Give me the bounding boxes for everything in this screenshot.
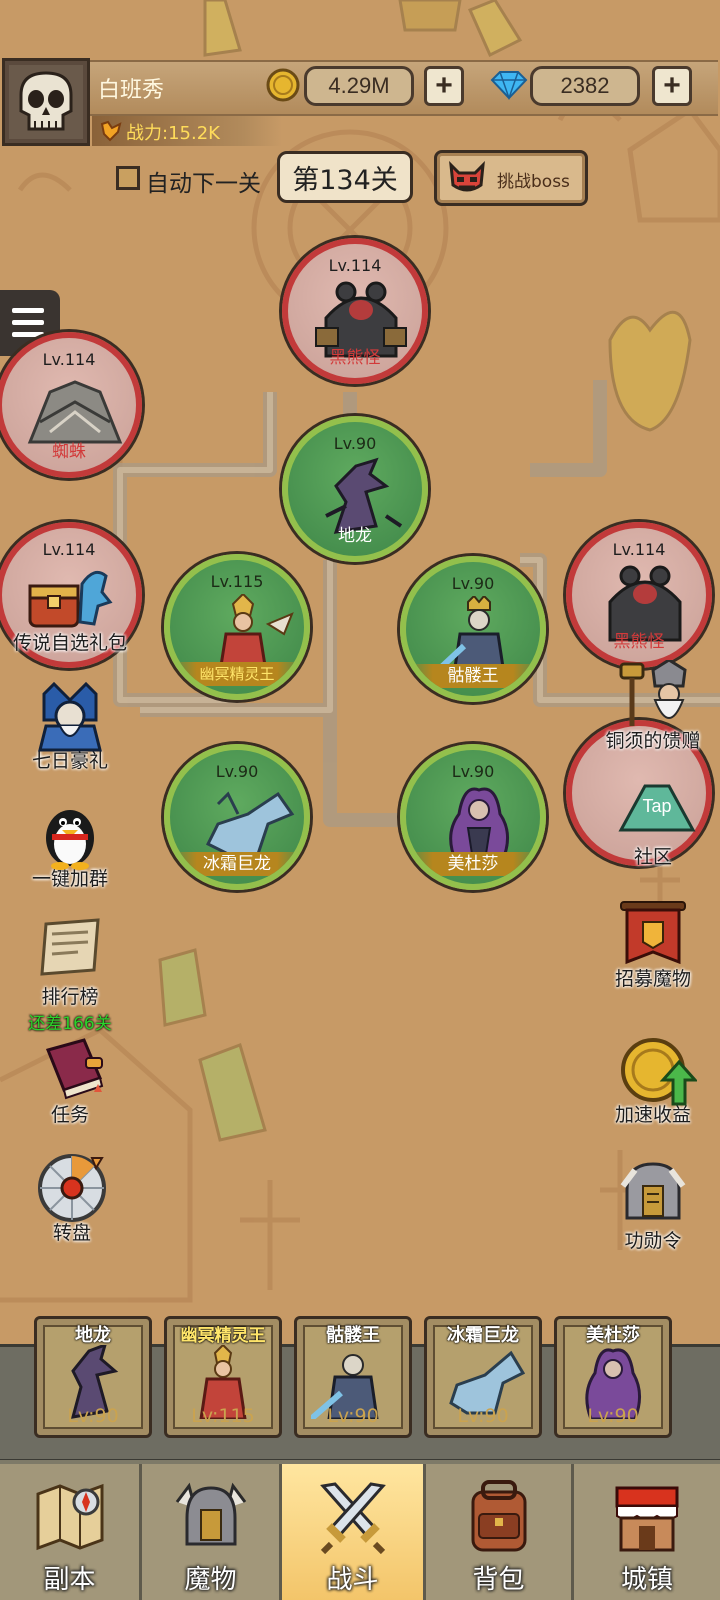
challenge-boss-button[interactable]: 挑战boss: [434, 150, 588, 206]
challenge-boss-label: 挑战boss: [497, 172, 570, 192]
team-slot-earth-dragon[interactable]: 地龙 Lv:90: [34, 1316, 152, 1438]
leaderboard-gap-label: 还差166关: [28, 1014, 112, 1034]
community-button[interactable]: Tap 社区: [586, 776, 720, 869]
join-group-button[interactable]: 一键加群: [10, 798, 130, 891]
team-slot-level: Lv:90: [327, 1405, 379, 1427]
quest-book-icon: [34, 1034, 106, 1106]
node-level: Lv.114: [42, 540, 96, 559]
gold-amount: 4.29M: [304, 66, 414, 106]
stage-node-skeleton-king[interactable]: Lv.90 骷髅王: [400, 556, 546, 702]
chest-dragon-icon: [28, 562, 113, 634]
node-name: 美杜莎: [406, 852, 540, 876]
helmet-medal-icon: [617, 1160, 689, 1232]
scroll-icon: [34, 916, 106, 988]
map-compass-icon: [36, 1483, 103, 1551]
backpack-icon: [471, 1480, 526, 1552]
gem-amount: 2382: [530, 66, 640, 106]
dwarf-gift-button[interactable]: 铜须的馈赠: [586, 658, 720, 753]
diamond-icon: [490, 70, 528, 104]
node-level: Lv.114: [328, 256, 382, 275]
node-level: Lv.90: [451, 762, 495, 781]
team-slot-name: 冰霜巨龙: [447, 1325, 519, 1346]
team-slot-frost-dragon[interactable]: 冰霜巨龙 Lv:90: [424, 1316, 542, 1438]
combat-power: 战力:15.2K: [126, 123, 220, 144]
add-gold-button[interactable]: +: [424, 66, 464, 106]
stage-node-earth-dragon[interactable]: Lv.90 地龙: [282, 416, 428, 562]
stage-node-frost-dragon[interactable]: Lv.90 冰霜巨龙: [164, 744, 310, 890]
lucky-wheel-button[interactable]: 转盘: [12, 1152, 132, 1245]
tab-dungeon[interactable]: 副本: [0, 1464, 142, 1600]
quest-button[interactable]: 任务: [10, 1034, 130, 1127]
team-slot-name: 骷髅王: [326, 1325, 380, 1346]
add-gems-button[interactable]: +: [652, 66, 692, 106]
team-slot-medusa[interactable]: 美杜莎 Lv:90: [554, 1316, 672, 1438]
stage-node-spider[interactable]: Lv.114 蜘蛛: [0, 332, 142, 478]
tab-town[interactable]: 城镇: [574, 1464, 720, 1600]
wheel-icon: [36, 1152, 108, 1224]
node-level: Lv.90: [215, 762, 259, 781]
stage-level: 第134关: [277, 151, 413, 203]
node-name: 蜘蛛: [52, 442, 86, 462]
legendary-pack-button[interactable]: 传说自选礼包: [10, 562, 130, 655]
tab-dungeon-label: 副本: [43, 1565, 96, 1595]
tap-text: Tap: [642, 796, 671, 816]
stage-node-black-bear-top[interactable]: Lv.114 黑熊怪: [282, 238, 428, 384]
power-icon: [100, 120, 122, 146]
shop-building-icon: [615, 1486, 679, 1552]
stage-node-medusa[interactable]: Lv.90 美杜莎: [400, 744, 546, 890]
node-level: Lv.114: [612, 540, 666, 559]
horned-helmet-icon: [175, 1482, 246, 1546]
stage-node-nether-elf-king[interactable]: Lv.115 幽冥精灵王: [164, 554, 310, 700]
tab-backpack-label: 背包: [472, 1565, 525, 1595]
team-slot-level: Lv:90: [587, 1405, 639, 1427]
auto-next-label: 自动下一关: [146, 171, 261, 197]
merit-order-button[interactable]: 功勋令: [586, 1160, 720, 1253]
team-slot-name: 幽冥精灵王: [180, 1326, 266, 1346]
node-level: Lv.90: [333, 434, 377, 453]
team-slot-name: 美杜莎: [586, 1325, 640, 1346]
node-level: Lv.90: [451, 574, 495, 593]
tab-backpack[interactable]: 背包: [426, 1464, 574, 1600]
node-name: 幽冥精灵王: [170, 662, 304, 686]
stage-node-black-bear-right[interactable]: Lv.114 黑熊怪: [566, 522, 712, 668]
knight-helmet-icon: [34, 680, 106, 752]
team-slot-nether-elf-king[interactable]: 幽冥精灵王 Lv:115: [164, 1316, 282, 1438]
penguin-icon: [34, 798, 106, 870]
crossed-swords-icon: [319, 1482, 386, 1554]
demon-face-icon: [449, 161, 485, 192]
team-slot-skeleton-king[interactable]: 骷髅王 Lv:90: [294, 1316, 412, 1438]
team-slot-name: 地龙: [75, 1325, 111, 1346]
node-level: Lv.114: [42, 350, 96, 369]
seven-day-gift-button[interactable]: 七日豪礼: [10, 680, 130, 773]
skull-icon: [9, 65, 83, 139]
node-name: 冰霜巨龙: [170, 852, 304, 876]
tab-town-label: 城镇: [620, 1565, 673, 1595]
banner-icon: [617, 898, 689, 970]
player-name: 白班秀: [98, 78, 165, 103]
gold-coin-icon: [266, 68, 300, 106]
team-slot-level: Lv:90: [67, 1405, 119, 1427]
tab-monsters[interactable]: 魔物: [142, 1464, 282, 1600]
dwarf-hammer-icon: [617, 658, 689, 732]
auto-next-checkbox[interactable]: [116, 166, 140, 190]
node-level: Lv.115: [210, 572, 264, 591]
node-name: 黑熊怪: [613, 632, 665, 652]
tab-battle[interactable]: 战斗: [282, 1464, 426, 1600]
team-slot-level: Lv:115: [191, 1405, 255, 1427]
tab-battle-label: 战斗: [326, 1565, 379, 1595]
team-slot-level: Lv:90: [457, 1405, 509, 1427]
node-name: 地龙: [338, 526, 372, 546]
recruit-monster-button[interactable]: 招募魔物: [586, 898, 720, 991]
node-name: 骷髅王: [406, 664, 540, 688]
tab-monsters-label: 魔物: [184, 1565, 237, 1595]
coin-arrow-icon: [617, 1034, 699, 1106]
node-name: 黑熊怪: [329, 348, 381, 368]
leaderboard-button[interactable]: 排行榜 还差166关: [10, 916, 130, 1034]
tap-community-icon: Tap: [617, 776, 696, 848]
avatar[interactable]: [2, 58, 90, 146]
boost-income-button[interactable]: 加速收益: [586, 1034, 720, 1127]
